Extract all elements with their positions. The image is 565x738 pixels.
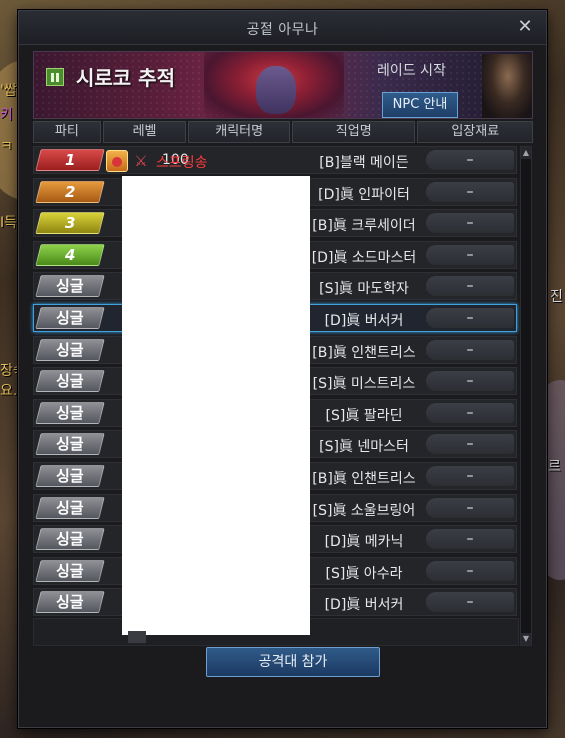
entry-material: –: [426, 466, 514, 486]
entry-material: –: [426, 308, 514, 328]
job-name: [B]眞 인챈트리스: [312, 344, 416, 361]
window-titlebar[interactable]: 공젙 아무나 ✕: [19, 11, 546, 45]
job-name: [B]블랙 메이든: [319, 155, 409, 171]
entry-material: –: [426, 371, 514, 392]
header-job: 직업명: [291, 121, 416, 143]
background-chat-text: ㅋ: [0, 139, 13, 155]
job-name: [S]眞 아수라: [325, 565, 403, 582]
entry-material: –: [426, 276, 514, 297]
job-name: [S]眞 미스트리스: [312, 376, 416, 393]
raid-start-label: 레이드 시작: [377, 63, 446, 79]
entry-material: –: [426, 529, 514, 550]
npc-avatar: [482, 54, 532, 118]
background-chat-text: 르: [548, 459, 561, 475]
join-raid-button[interactable]: 공격대 참가: [206, 647, 380, 677]
npc-guide-button[interactable]: NPC 안내: [382, 92, 458, 118]
job-name: [D]眞 버서커: [324, 597, 404, 614]
party-badge: 2: [35, 180, 105, 203]
party-badge: 1: [35, 149, 105, 171]
pause-icon[interactable]: [46, 68, 64, 86]
scroll-down-arrow-icon[interactable]: ▼: [521, 633, 531, 645]
party-badge: 싱글: [35, 591, 105, 614]
job-name: [D]眞 소드마스터: [311, 249, 417, 266]
entry-material: –: [426, 434, 514, 455]
job-name: [S]眞 넨마스터: [319, 439, 409, 456]
party-row[interactable]: 1 ⚔ 100 스프링송 [B]블랙 메이든 –: [33, 146, 517, 174]
dungeon-banner: 시로코 추적 레이드 시작 NPC 안내: [33, 51, 533, 119]
party-badge: 싱글: [35, 370, 105, 393]
header-character-name: 캐릭터명: [188, 121, 290, 143]
boss-portrait-face: [256, 66, 296, 114]
job-name: [S]眞 팔라딘: [325, 407, 403, 424]
header-level: 레벨: [102, 121, 187, 143]
party-badge: 싱글: [35, 559, 105, 582]
party-table-header: 파티 레벨 캐릭터명 직업명 입장재료: [33, 121, 534, 143]
job-name: [B]眞 인챈트리스: [312, 471, 416, 487]
background-chat-text: 요.: [0, 383, 18, 399]
party-badge: 싱글: [35, 528, 105, 551]
party-badge: 싱글: [35, 401, 105, 424]
party-badge: 싱글: [35, 433, 105, 456]
class-weapon-icon: ⚔: [134, 152, 148, 170]
job-name: [D]眞 버서커: [324, 313, 404, 329]
job-name: [S]眞 소울브링어: [312, 502, 416, 519]
job-name: [D]眞 인파이터: [318, 186, 410, 203]
entry-material: –: [426, 181, 514, 202]
background-chat-text: '쌉: [0, 83, 17, 99]
party-badge: 4: [35, 243, 105, 266]
party-badge: 3: [35, 212, 105, 235]
redaction-block: [128, 631, 146, 643]
redaction-block: [122, 176, 310, 635]
job-name: [S]眞 마도학자: [319, 281, 409, 298]
party-badge: 싱글: [35, 465, 105, 487]
window-title: 공젙 아무나: [246, 22, 319, 38]
entry-material: –: [426, 244, 514, 265]
entry-material: –: [426, 497, 514, 518]
entry-material: –: [426, 560, 514, 581]
party-badge: 싱글: [35, 307, 105, 329]
close-icon[interactable]: ✕: [514, 16, 536, 38]
entry-material: –: [426, 592, 514, 613]
header-material: 입장재료: [417, 121, 534, 143]
scroll-up-arrow-icon[interactable]: ▲: [521, 147, 531, 159]
party-leader-icon: [106, 150, 128, 172]
raid-party-window: 공젙 아무나 ✕ 시로코 추적 레이드 시작 NPC 안내 파티 레벨 캐릭터명…: [18, 10, 547, 728]
job-name: [D]眞 메카닉: [324, 534, 404, 551]
entry-material: –: [426, 339, 514, 360]
job-name: [B]眞 크루세이더: [312, 218, 416, 235]
party-list-scrollbar[interactable]: ▲ ▼: [520, 146, 532, 646]
character-name: 스프링송: [156, 155, 208, 171]
entry-material: –: [426, 213, 514, 234]
dungeon-name: 시로코 추적: [76, 66, 175, 90]
party-badge: 싱글: [35, 275, 105, 298]
party-badge: 싱글: [35, 496, 105, 519]
entry-material: –: [426, 150, 514, 170]
background-chat-text: 키: [0, 107, 13, 123]
background-chat-text: 진: [550, 289, 563, 305]
party-badge: 싱글: [35, 338, 105, 361]
header-party: 파티: [33, 121, 101, 143]
entry-material: –: [426, 402, 514, 423]
